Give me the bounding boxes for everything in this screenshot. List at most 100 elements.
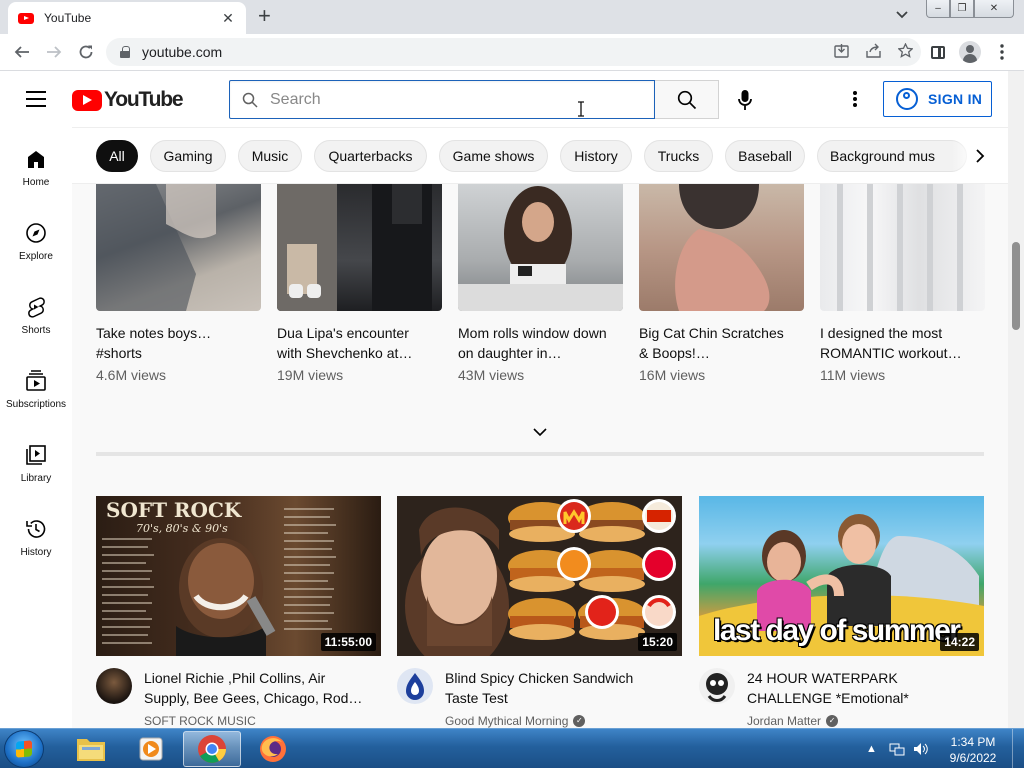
account-circle-icon: [896, 88, 918, 110]
channel-name-row: Jordan Matter ✓: [747, 714, 967, 728]
video-card[interactable]: 15:20 Blind Spicy Chicken Sandwich Taste…: [397, 496, 682, 728]
video-thumbnail[interactable]: 15:20: [397, 496, 682, 656]
video-title[interactable]: Blind Spicy Chicken Sandwich Taste Test: [445, 668, 665, 708]
text-cursor-icon: [578, 101, 584, 117]
short-title[interactable]: Big Cat Chin Scratches & Boops!…: [639, 323, 789, 363]
taskbar-clock[interactable]: 1:34 PM 9/6/2022: [942, 734, 1004, 766]
guide-item-subscriptions[interactable]: Subscriptions: [0, 349, 72, 423]
new-tab-button[interactable]: +: [258, 5, 271, 27]
subscriptions-icon: [26, 370, 46, 391]
short-thumbnail[interactable]: [639, 184, 804, 311]
settings-kebab-icon[interactable]: [845, 89, 865, 109]
short-card[interactable]: Take notes boys… #shorts 4.6M views: [96, 184, 261, 383]
lock-icon[interactable]: [120, 46, 130, 58]
guide-label-explore: Explore: [19, 251, 53, 262]
forward-arrow-icon[interactable]: [40, 38, 68, 66]
network-icon[interactable]: [889, 742, 905, 756]
volume-icon[interactable]: [913, 742, 929, 756]
tray-expand-icon[interactable]: ▲: [866, 743, 877, 755]
channel-name[interactable]: Good Mythical Morning: [445, 714, 568, 728]
channel-name[interactable]: SOFT ROCK MUSIC: [144, 714, 256, 728]
guide-item-shorts[interactable]: Shorts: [0, 275, 72, 349]
search-button[interactable]: [655, 80, 719, 119]
short-card[interactable]: Mom rolls window down on daughter in… 43…: [458, 184, 623, 383]
thumbnail-caption: last day of summer: [713, 614, 961, 647]
category-chips-bar: All Gaming Music Quarterbacks Game shows…: [72, 127, 1008, 184]
short-title[interactable]: Dua Lipa's encounter with Shevchenko at…: [277, 323, 427, 363]
guide-item-library[interactable]: Library: [0, 423, 72, 497]
browser-tab-youtube[interactable]: YouTube ✕: [8, 2, 246, 34]
channel-name[interactable]: Jordan Matter: [747, 714, 821, 728]
channel-avatar[interactable]: [699, 668, 735, 704]
chevron-right-icon[interactable]: [972, 148, 988, 164]
short-thumbnail[interactable]: [458, 184, 623, 311]
taskbar-explorer[interactable]: [62, 731, 120, 767]
taskbar-chrome[interactable]: [183, 731, 241, 767]
video-duration: 11:55:00: [320, 633, 376, 651]
reload-icon[interactable]: [72, 38, 100, 66]
video-thumbnail[interactable]: SOFT ROCK 70's, 80's & 90's 11:55:00: [96, 496, 381, 656]
short-thumbnail[interactable]: [820, 184, 985, 311]
share-icon[interactable]: [857, 43, 889, 61]
tab-search-chevron-icon[interactable]: [896, 8, 908, 22]
show-desktop-button[interactable]: [1012, 729, 1024, 768]
chip-gaming[interactable]: Gaming: [150, 140, 226, 172]
chip-baseball[interactable]: Baseball: [725, 140, 805, 172]
video-card[interactable]: last day of summer 14:22 24 HOUR WATERPA…: [699, 496, 984, 728]
taskbar-media-player[interactable]: [122, 731, 180, 767]
taskbar-firefox[interactable]: [244, 731, 302, 767]
sign-in-button[interactable]: SIGN IN: [883, 81, 992, 117]
maximize-button[interactable]: ❐: [950, 0, 974, 18]
chip-background-music[interactable]: Background mus: [817, 140, 967, 172]
short-thumbnail[interactable]: [96, 184, 261, 311]
page-scrollbar[interactable]: [1008, 71, 1024, 728]
short-title[interactable]: Mom rolls window down on daughter in…: [458, 323, 608, 363]
voice-search-button[interactable]: [728, 84, 762, 116]
side-panel-icon[interactable]: [926, 38, 950, 66]
close-window-button[interactable]: ✕: [974, 0, 1014, 18]
start-button[interactable]: [4, 730, 44, 768]
browser-toolbar: youtube.com: [0, 34, 1024, 71]
guide-item-explore[interactable]: Explore: [0, 201, 72, 275]
short-title[interactable]: I designed the most ROMANTIC workout…: [820, 323, 970, 363]
video-thumbnail[interactable]: last day of summer 14:22: [699, 496, 984, 656]
channel-avatar[interactable]: [397, 668, 433, 704]
guide-item-history[interactable]: History: [0, 497, 72, 571]
short-card[interactable]: I designed the most ROMANTIC workout… 11…: [820, 184, 985, 383]
search-input[interactable]: [270, 90, 654, 109]
profile-icon[interactable]: [958, 38, 982, 66]
channel-avatar[interactable]: [96, 668, 132, 704]
chip-trucks[interactable]: Trucks: [644, 140, 713, 172]
library-icon: [26, 445, 46, 465]
hamburger-menu-icon[interactable]: [26, 91, 46, 107]
chip-game-shows[interactable]: Game shows: [439, 140, 548, 172]
guide-label-subscriptions: Subscriptions: [5, 399, 67, 410]
tab-close-icon[interactable]: ✕: [220, 10, 236, 27]
channel-name-row: SOFT ROCK MUSIC: [144, 714, 364, 728]
video-card[interactable]: SOFT ROCK 70's, 80's & 90's 11:55:00 Lio…: [96, 496, 381, 728]
search-box[interactable]: [229, 80, 655, 119]
youtube-logo[interactable]: YouTube: [72, 88, 184, 112]
short-thumbnail[interactable]: [277, 184, 442, 311]
video-meta: 24 HOUR WATERPARK CHALLENGE *Emotional* …: [699, 668, 984, 728]
short-card[interactable]: Big Cat Chin Scratches & Boops!… 16M vie…: [639, 184, 804, 383]
guide-item-home[interactable]: Home: [0, 127, 72, 201]
minimize-button[interactable]: –: [926, 0, 950, 18]
chevron-down-icon[interactable]: [528, 420, 552, 444]
video-title[interactable]: Lionel Richie ,Phil Collins, Air Supply,…: [144, 668, 364, 708]
page-scrollbar-thumb[interactable]: [1012, 242, 1020, 330]
chip-all[interactable]: All: [96, 140, 138, 172]
chip-music[interactable]: Music: [238, 140, 302, 172]
bookmark-star-icon[interactable]: [889, 42, 921, 61]
chip-quarterbacks[interactable]: Quarterbacks: [314, 140, 427, 172]
back-arrow-icon[interactable]: [8, 38, 36, 66]
short-title[interactable]: Take notes boys… #shorts: [96, 323, 246, 363]
address-bar[interactable]: youtube.com: [106, 38, 921, 66]
browser-menu-icon[interactable]: [990, 38, 1014, 66]
video-title[interactable]: 24 HOUR WATERPARK CHALLENGE *Emotional*: [747, 668, 967, 708]
short-card[interactable]: Dua Lipa's encounter with Shevchenko at……: [277, 184, 442, 383]
tab-title: YouTube: [44, 11, 92, 25]
short-views: 43M views: [458, 367, 525, 383]
install-app-icon[interactable]: [825, 43, 857, 61]
chip-history[interactable]: History: [560, 140, 632, 172]
